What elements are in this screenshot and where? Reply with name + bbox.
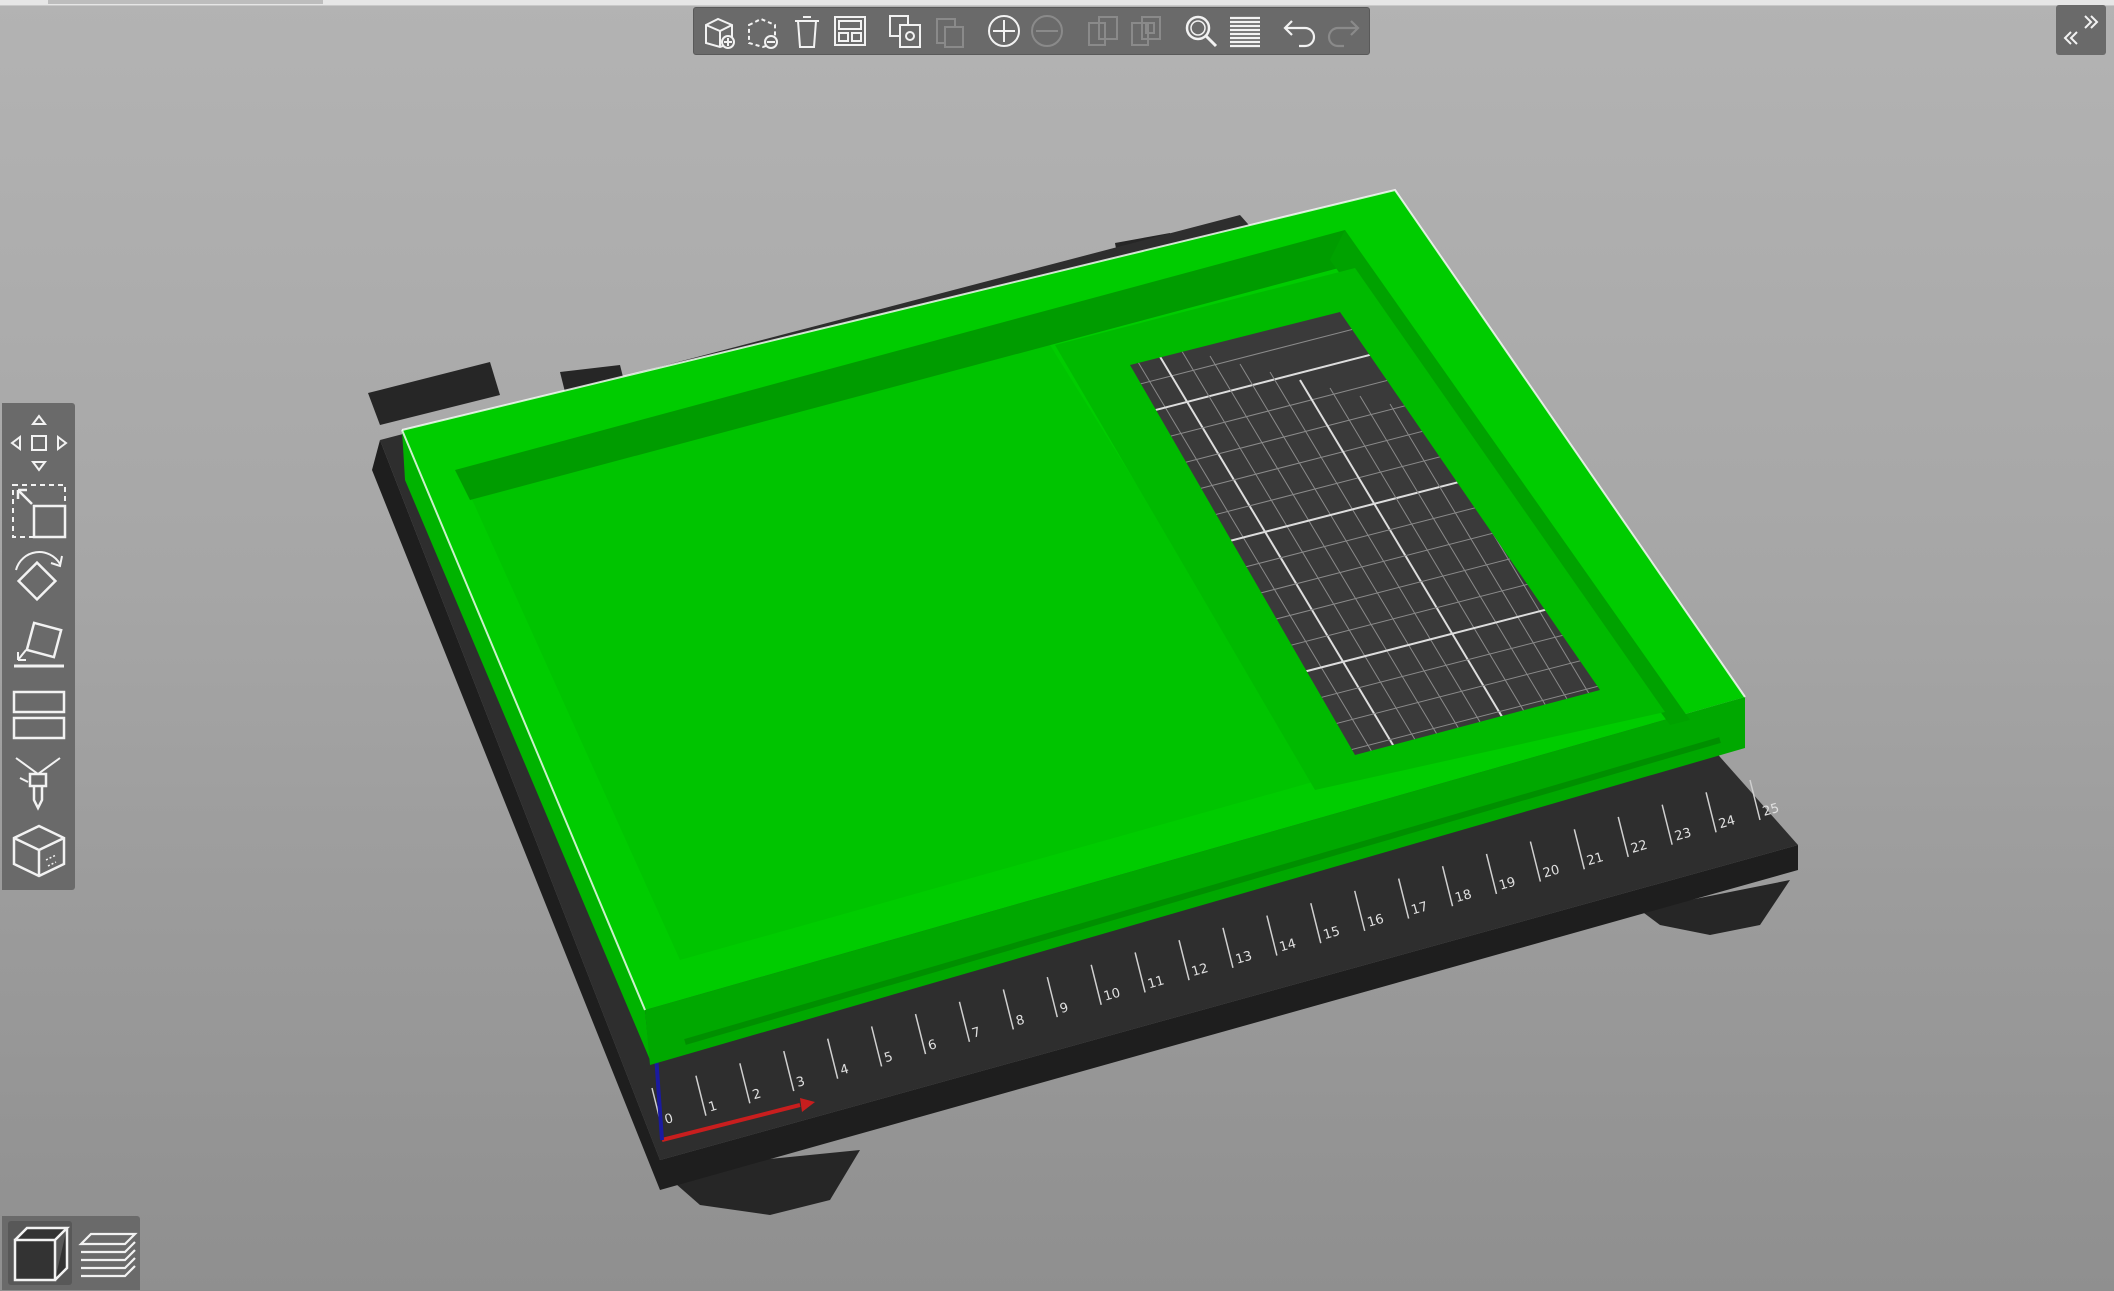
add-instance-button[interactable] [982, 9, 1025, 53]
scene-svg: 0123456789101112131415161718192021222324… [368, 30, 2114, 1215]
split-objects-button[interactable] [1081, 9, 1124, 53]
view-switch [2, 1216, 140, 1290]
paste-button[interactable] [927, 9, 970, 53]
split-objects-icon [1087, 16, 1118, 46]
paint-supports-icon [14, 757, 61, 811]
grid-line [1780, 508, 2080, 1008]
split-parts-button[interactable] [1124, 9, 1167, 53]
cut-tool-button[interactable] [6, 681, 72, 749]
delete-all-icon [794, 16, 819, 48]
3d-view-icon [13, 1226, 71, 1282]
layers-editing-button[interactable] [1223, 9, 1266, 53]
grid-line [1870, 532, 2114, 1032]
layers-editing-icon [1229, 16, 1260, 48]
cut-icon [12, 690, 65, 740]
scale-tool-button[interactable] [6, 477, 72, 545]
remove-instance-icon [1031, 15, 1064, 47]
add-button[interactable] [698, 9, 741, 53]
search-icon [1186, 15, 1218, 48]
split-parts-icon [1131, 16, 1162, 46]
copy-icon [889, 15, 922, 48]
grid-line [1840, 524, 2114, 1024]
delete-icon [748, 17, 779, 49]
grid-line [1750, 500, 2050, 1000]
search-button[interactable] [1180, 9, 1223, 53]
3d-viewport[interactable]: 0 1 2 3 4 5 6 7 8 9 10 11 12 13 14 15 16 17 18 19 20 21 22 23 24… [0, 0, 2114, 1291]
collapse-sidebar-icon [2063, 15, 2099, 45]
add-icon [704, 17, 735, 49]
delete-button[interactable] [741, 9, 784, 53]
ruler-label: 25 [1761, 801, 1781, 820]
scale-icon [11, 484, 66, 539]
paste-icon [935, 18, 964, 48]
move-tool-button[interactable] [6, 409, 72, 477]
arrange-icon [833, 16, 866, 46]
seam-painting-icon [12, 824, 65, 878]
arrange-button[interactable] [828, 9, 871, 53]
top-toolbar [693, 7, 1370, 55]
undo-button[interactable] [1278, 9, 1321, 53]
move-icon [9, 414, 68, 472]
seam-painting-tool-button[interactable] [6, 817, 72, 885]
collapse-sidebar-button[interactable] [2056, 5, 2106, 55]
grid-line [1900, 540, 2114, 1040]
redo-icon [1328, 20, 1360, 48]
grid-line [1810, 516, 2110, 1016]
paint-supports-tool-button[interactable] [6, 749, 72, 817]
3d-view-button[interactable] [8, 1221, 72, 1285]
rotate-icon [14, 551, 63, 602]
gizmo-toolbar [2, 403, 75, 890]
place-on-face-tool-button[interactable] [6, 613, 72, 681]
undo-icon [1283, 20, 1316, 48]
preview-button[interactable] [76, 1221, 140, 1285]
copy-button[interactable] [884, 9, 927, 53]
delete-all-button[interactable] [785, 9, 828, 53]
add-instance-icon [987, 15, 1020, 47]
preview-icon [78, 1232, 138, 1278]
place-on-face-icon [13, 621, 64, 668]
rotate-tool-button[interactable] [6, 545, 72, 613]
redo-button[interactable] [1322, 9, 1365, 53]
grid-line [1000, 30, 1700, 210]
remove-instance-button[interactable] [1026, 9, 1069, 53]
